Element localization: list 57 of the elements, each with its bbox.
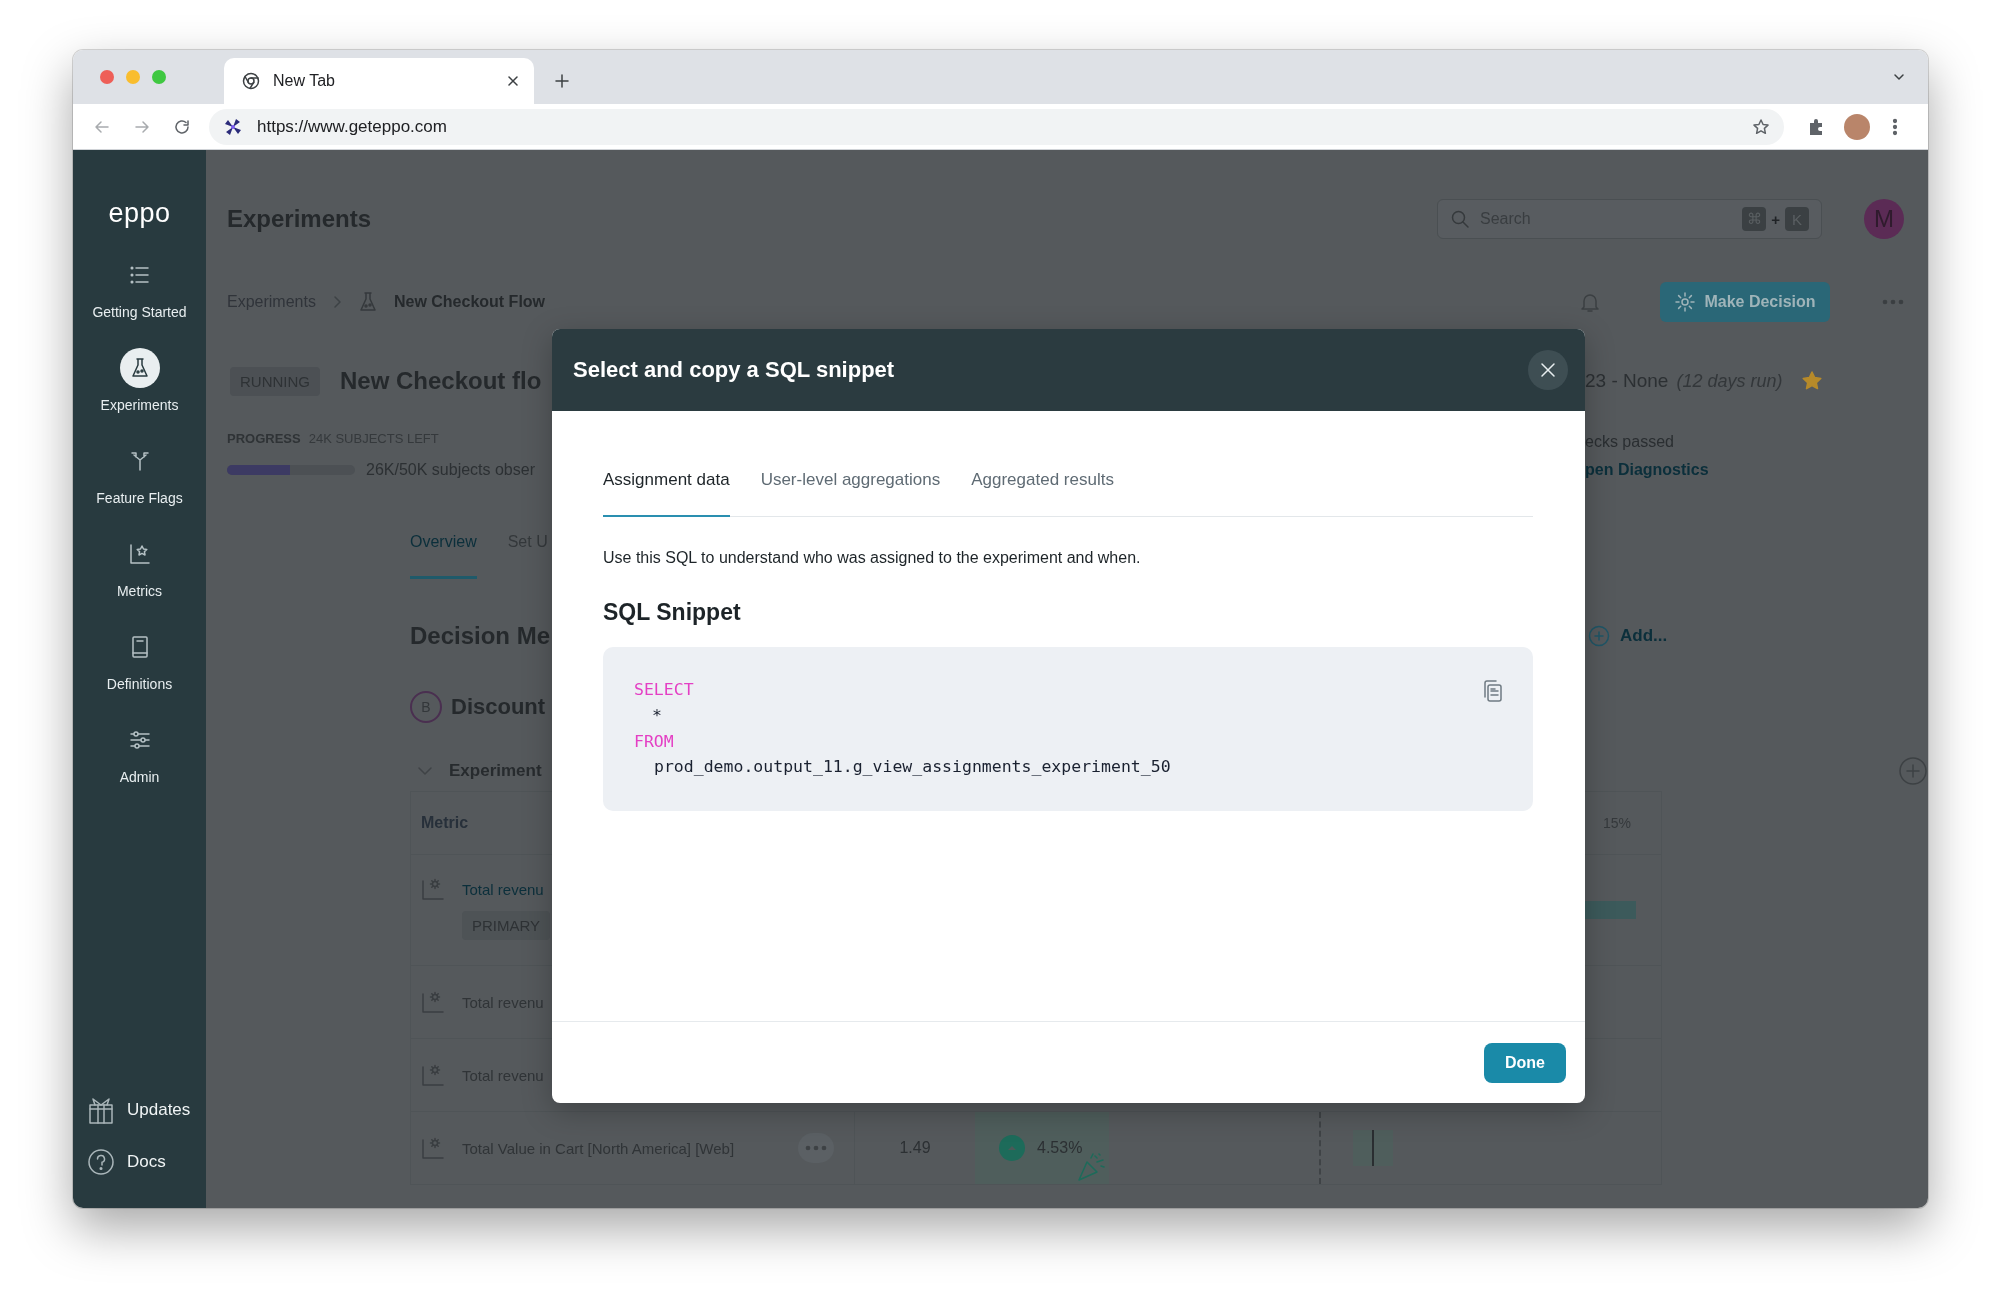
- code-line: *: [651, 704, 663, 727]
- help-icon: [87, 1148, 115, 1176]
- section-heading: SQL Snippet: [603, 599, 742, 626]
- metric-icon: [421, 877, 445, 901]
- chart-star-icon: [127, 542, 152, 566]
- window-control-button[interactable]: [152, 70, 166, 84]
- star-icon[interactable]: [1752, 117, 1770, 136]
- metric-icon: [421, 1136, 445, 1160]
- sidebar-item[interactable]: Getting Started: [73, 255, 206, 348]
- url-text: https://www.geteppo.com: [257, 116, 447, 137]
- star-icon[interactable]: [1801, 370, 1823, 392]
- sidebar-item[interactable]: Metrics: [73, 534, 206, 627]
- done-button[interactable]: Done: [1484, 1043, 1566, 1083]
- gift-icon: [87, 1096, 115, 1124]
- code-line: SELECT: [634, 679, 695, 701]
- copy-icon[interactable]: [1481, 679, 1503, 703]
- more-vertical-icon[interactable]: [1892, 117, 1898, 136]
- dialog-title: Select and copy a SQL snippet: [573, 357, 895, 383]
- sidebar-link[interactable]: Docs: [73, 1147, 206, 1177]
- sidebar-link[interactable]: Updates: [73, 1095, 206, 1125]
- tab-title: New Tab: [273, 72, 336, 90]
- pinwheel-icon: [223, 116, 243, 137]
- close-icon[interactable]: [506, 74, 520, 88]
- address-field[interactable]: https://www.geteppo.com: [209, 108, 1784, 145]
- keyboard-key: ⌘: [1742, 207, 1767, 231]
- metric-icon: [421, 1063, 445, 1087]
- reload-icon[interactable]: [173, 117, 191, 136]
- logo[interactable]: eppo: [108, 198, 171, 228]
- close-icon: [1539, 361, 1557, 379]
- sidebar-item[interactable]: Feature Flags: [73, 441, 206, 534]
- plus-circle-icon[interactable]: [1898, 756, 1928, 786]
- more-horizontal-icon[interactable]: [1882, 299, 1904, 305]
- sidebar-item[interactable]: Definitions: [73, 627, 206, 720]
- code-line: FROM: [634, 730, 675, 753]
- close-button[interactable]: [1528, 350, 1568, 390]
- chevron-right-icon: [331, 295, 342, 309]
- plus-circle-icon[interactable]: [1588, 625, 1610, 647]
- up-arrow-circle-icon: [999, 1135, 1025, 1161]
- metric-icon: [421, 990, 445, 1014]
- search-icon: [1450, 209, 1470, 229]
- globe-icon: [242, 72, 260, 90]
- more-horizontal-icon[interactable]: [798, 1133, 834, 1163]
- plus-icon[interactable]: [553, 72, 571, 90]
- window-control-button[interactable]: [126, 70, 140, 84]
- plus-sign: +: [1771, 210, 1780, 228]
- dialog-tab[interactable]: Assignment data: [603, 470, 730, 517]
- sidebar-item[interactable]: Experiments: [73, 348, 206, 441]
- browser-tab[interactable]: New Tab: [224, 58, 534, 104]
- gear-icon: [1674, 291, 1697, 313]
- code-line: prod_demo.output_11.g_view_assignments_experiment_50: [653, 756, 1171, 779]
- sliders-icon: [127, 728, 152, 752]
- window-control-button[interactable]: [100, 70, 114, 84]
- profile-avatar[interactable]: [1844, 113, 1870, 140]
- dialog-tab[interactable]: Aggregated results: [971, 470, 1114, 517]
- sidebar-item[interactable]: Admin: [73, 720, 206, 813]
- dialog-tab[interactable]: User-level aggregations: [760, 470, 941, 517]
- description-text: Use this SQL to understand who was assigned to the experiment and when.: [603, 548, 1142, 568]
